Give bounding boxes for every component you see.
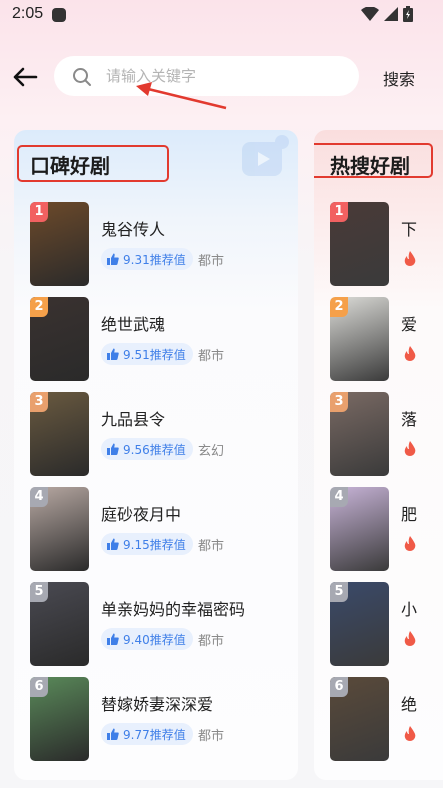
- drama-title[interactable]: 爱: [401, 311, 417, 335]
- rank-badge: 6: [330, 677, 348, 697]
- drama-list-item[interactable]: 4 庭砂夜月中 9.15推荐值 都市: [30, 487, 290, 573]
- rank-badge: 3: [330, 392, 348, 412]
- recommend-badge: 9.77推荐值: [101, 723, 193, 745]
- rank-badge: 1: [30, 202, 48, 222]
- fire-icon: [404, 441, 416, 456]
- rank-badge: 1: [330, 202, 348, 222]
- status-time: 2:05: [12, 5, 44, 22]
- wifi-icon: [361, 7, 379, 21]
- genre-label: 都市: [198, 729, 225, 744]
- drama-title[interactable]: 落: [401, 406, 417, 430]
- drama-poster[interactable]: 2: [330, 297, 389, 381]
- praise-dramas-panel: 口碑好剧 1 鬼谷传人 9.31推荐值 都市 2 绝世武魂 9.51推荐值 都市 3 九品县令 9.…: [14, 130, 298, 780]
- hot-drama-list-item[interactable]: 6绝: [330, 677, 443, 763]
- drama-list-item[interactable]: 3 九品县令 9.56推荐值 玄幻: [30, 392, 290, 478]
- drama-poster[interactable]: 6: [330, 677, 389, 761]
- recommend-score: 9.31推荐值: [123, 252, 186, 267]
- drama-title[interactable]: 九品县令: [101, 406, 165, 430]
- rank-badge: 5: [30, 582, 48, 602]
- battery-icon: [403, 6, 413, 22]
- back-button[interactable]: [10, 62, 40, 92]
- drama-list-item[interactable]: 5 单亲妈妈的幸福密码 9.40推荐值 都市: [30, 582, 290, 668]
- arrow-left-icon: [13, 67, 38, 87]
- drama-title[interactable]: 单亲妈妈的幸福密码: [101, 596, 245, 620]
- rank-badge: 4: [30, 487, 48, 507]
- genre-label: 都市: [198, 254, 225, 269]
- drama-title[interactable]: 小: [401, 596, 417, 620]
- hot-drama-list-item[interactable]: 5小: [330, 582, 443, 668]
- drama-poster[interactable]: 1: [330, 202, 389, 286]
- rank-badge: 6: [30, 677, 48, 697]
- drama-poster[interactable]: 5: [30, 582, 89, 666]
- drama-title[interactable]: 庭砂夜月中: [101, 501, 181, 525]
- genre-label: 都市: [198, 349, 225, 364]
- search-button[interactable]: 搜索: [383, 66, 415, 90]
- drama-poster[interactable]: 3: [330, 392, 389, 476]
- drama-poster[interactable]: 2: [30, 297, 89, 381]
- drama-poster[interactable]: 4: [330, 487, 389, 571]
- annotation-arrow: [136, 82, 227, 110]
- rank-badge: 5: [330, 582, 348, 602]
- rank-badge: 3: [30, 392, 48, 412]
- signal-icon: [384, 7, 398, 21]
- hot-drama-list-item[interactable]: 2爱: [330, 297, 443, 383]
- search-icon: [73, 68, 91, 86]
- drama-list-item[interactable]: 1 鬼谷传人 9.31推荐值 都市: [30, 202, 290, 288]
- fire-icon: [404, 346, 416, 361]
- genre-label: 玄幻: [198, 444, 225, 459]
- drama-list-item[interactable]: 6 替嫁娇妻深深爱 9.77推荐值 都市: [30, 677, 290, 763]
- recommend-score: 9.40推荐值: [123, 632, 186, 647]
- recommend-score: 9.51推荐值: [123, 347, 186, 362]
- recommend-badge: 9.15推荐值: [101, 533, 193, 555]
- drama-title[interactable]: 下: [401, 216, 417, 240]
- hot-drama-list-item[interactable]: 4肥: [330, 487, 443, 573]
- recommend-score: 9.77推荐值: [123, 727, 186, 742]
- annotation-box: [17, 145, 169, 182]
- drama-poster[interactable]: 1: [30, 202, 89, 286]
- thumbs-up-icon: [107, 538, 119, 550]
- drama-poster[interactable]: 4: [30, 487, 89, 571]
- thumbs-up-icon: [107, 348, 119, 360]
- thumbs-up-icon: [107, 443, 119, 455]
- thumbs-up-icon: [107, 633, 119, 645]
- drama-list-item[interactable]: 2 绝世武魂 9.51推荐值 都市: [30, 297, 290, 383]
- recommend-score: 9.15推荐值: [123, 537, 186, 552]
- hot-search-panel: 热搜好剧 1下2爱3落4肥5小6绝: [314, 130, 443, 780]
- thumbs-up-icon: [107, 728, 119, 740]
- drama-title[interactable]: 替嫁娇妻深深爱: [101, 691, 213, 715]
- thumbs-up-icon: [107, 253, 119, 265]
- rank-badge: 4: [330, 487, 348, 507]
- recommend-badge: 9.56推荐值: [101, 438, 193, 460]
- recommend-score: 9.56推荐值: [123, 442, 186, 457]
- drama-title[interactable]: 绝: [401, 691, 417, 715]
- rank-badge: 2: [30, 297, 48, 317]
- drama-poster[interactable]: 5: [330, 582, 389, 666]
- drama-poster[interactable]: 6: [30, 677, 89, 761]
- hot-drama-list-item[interactable]: 1下: [330, 202, 443, 288]
- drama-title[interactable]: 肥: [401, 501, 417, 525]
- drama-title[interactable]: 鬼谷传人: [101, 216, 165, 240]
- drama-title[interactable]: 绝世武魂: [101, 311, 165, 335]
- status-bar: 2:05: [0, 0, 443, 32]
- rank-badge: 2: [330, 297, 348, 317]
- genre-label: 都市: [198, 539, 225, 554]
- hot-drama-list-item[interactable]: 3落: [330, 392, 443, 478]
- fire-icon: [404, 726, 416, 741]
- fire-icon: [404, 631, 416, 646]
- drama-poster[interactable]: 3: [30, 392, 89, 476]
- fire-icon: [404, 251, 416, 266]
- app-notification-icon: [52, 8, 66, 22]
- genre-label: 都市: [198, 634, 225, 649]
- recommend-badge: 9.51推荐值: [101, 343, 193, 365]
- fire-icon: [404, 536, 416, 551]
- annotation-box: [314, 143, 433, 178]
- decoration-icon: [242, 135, 289, 176]
- recommend-badge: 9.40推荐值: [101, 628, 193, 650]
- recommend-badge: 9.31推荐值: [101, 248, 193, 270]
